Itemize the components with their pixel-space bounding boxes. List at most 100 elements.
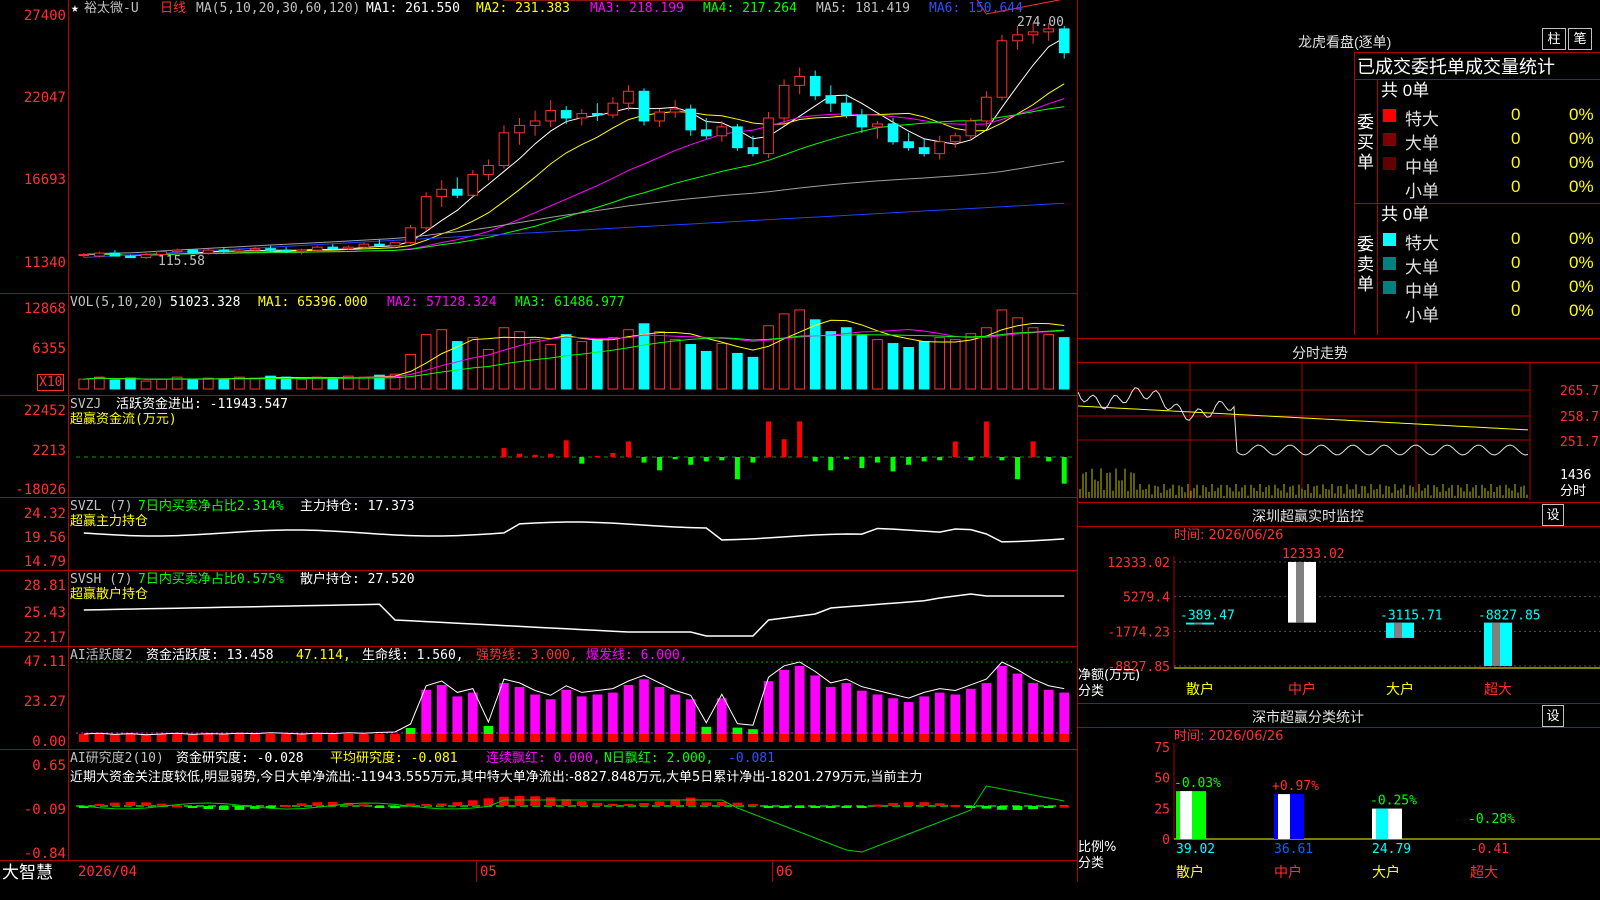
candle-body bbox=[1027, 31, 1039, 36]
fund-flow-bar bbox=[532, 454, 538, 457]
value-label: 39.02 bbox=[1176, 842, 1215, 857]
candle-body bbox=[576, 113, 588, 119]
price-tick: 16693 bbox=[23, 172, 66, 188]
candle-body bbox=[234, 249, 245, 253]
buy-sell-divider bbox=[1355, 203, 1600, 204]
section-divider bbox=[1078, 338, 1600, 339]
research-bar bbox=[576, 801, 587, 806]
ai-tick: 0.00 bbox=[32, 734, 66, 750]
candle-body bbox=[78, 254, 90, 257]
stats-xlabel: 分类 bbox=[1078, 856, 1105, 871]
candle-body bbox=[218, 249, 230, 253]
candle-body bbox=[763, 117, 774, 155]
tick-mode-button[interactable]: 笔 bbox=[1568, 28, 1592, 50]
main-chart-area[interactable]: ★ 裕太微-U 日线 MA(5,10,20,30,60,120) MA1: 26… bbox=[0, 0, 1078, 882]
research-bar bbox=[950, 804, 961, 807]
candle-body bbox=[467, 173, 479, 196]
activity-base bbox=[203, 734, 214, 742]
sz-monitor-settings-button[interactable]: 设 bbox=[1542, 504, 1564, 526]
activity-base bbox=[172, 734, 182, 742]
fund-flow-bar bbox=[594, 455, 600, 457]
candle-body bbox=[592, 113, 603, 116]
volume-bar bbox=[949, 339, 961, 390]
sell-orders-label: 委卖单 bbox=[1357, 235, 1374, 294]
activity-base bbox=[452, 734, 463, 742]
volume-bar bbox=[109, 379, 121, 390]
candle-body bbox=[623, 90, 634, 104]
date-label: 2026/04 bbox=[78, 864, 138, 880]
activity-base bbox=[608, 734, 618, 742]
category-ratio-chart: 75 50 25 0 -0.03% 39.02 散户 +0.97% 36.61 中户 -0.25% 2… bbox=[1154, 741, 1600, 881]
pct-label: +0.97% bbox=[1272, 779, 1319, 794]
order-row-大单: 大单 0 0% bbox=[1377, 127, 1600, 153]
research-bar bbox=[312, 802, 323, 806]
intraday-chart[interactable] bbox=[1078, 362, 1600, 502]
intraday-price-line bbox=[1078, 387, 1529, 456]
research-bar bbox=[888, 802, 898, 806]
activity-bar bbox=[499, 683, 509, 742]
buy-total: 共 0单 bbox=[1381, 81, 1430, 100]
fund-flow-bar bbox=[703, 457, 709, 462]
activity-bar bbox=[981, 683, 992, 742]
activity-base bbox=[78, 734, 89, 742]
activity-base bbox=[390, 734, 400, 742]
bar-shade bbox=[1296, 562, 1304, 623]
intraday-vol-unit: 分时 bbox=[1560, 484, 1587, 499]
brand-label: 大智慧 bbox=[2, 863, 53, 883]
research-bar bbox=[452, 802, 463, 806]
bar-mode-button[interactable]: 柱 bbox=[1542, 28, 1566, 50]
ai-t3: 生命线: 1.560, bbox=[362, 648, 464, 663]
research-bar bbox=[514, 796, 525, 806]
chart-canvas[interactable] bbox=[0, 0, 1078, 882]
period-label[interactable]: 日线 bbox=[160, 1, 186, 16]
research-bar bbox=[219, 806, 229, 810]
fund-flow-bar bbox=[999, 457, 1005, 461]
sz-stats-settings-button[interactable]: 设 bbox=[1542, 705, 1564, 727]
intraday-avg-line bbox=[1078, 405, 1529, 431]
research-bar bbox=[903, 802, 914, 806]
svzj-value: 活跃资金进出: -11943.547 bbox=[116, 397, 288, 412]
research-bar bbox=[872, 804, 883, 807]
activity-base bbox=[561, 734, 572, 742]
candle-body bbox=[343, 246, 354, 250]
research-bar bbox=[701, 802, 712, 806]
activity-bar bbox=[810, 675, 821, 742]
bar-value-label: -389.47 bbox=[1180, 609, 1235, 624]
favorite-star-icon[interactable]: ★ bbox=[71, 1, 79, 16]
activity-base bbox=[1059, 734, 1070, 742]
volume-bar bbox=[1058, 337, 1070, 390]
fund-flow-bar bbox=[610, 453, 616, 457]
volume-bar bbox=[529, 339, 541, 390]
activity-base bbox=[903, 734, 914, 742]
volume-bar bbox=[716, 343, 728, 390]
stats-tick: 50 bbox=[1154, 772, 1170, 787]
candle-body bbox=[700, 129, 712, 137]
volume-bar bbox=[903, 346, 914, 390]
activity-bar bbox=[779, 669, 789, 742]
activity-base bbox=[499, 734, 509, 742]
svzl-tick: 19.56 bbox=[23, 530, 66, 546]
activity-base bbox=[857, 734, 867, 742]
candle-body bbox=[872, 123, 883, 128]
activity-base bbox=[545, 734, 556, 742]
activity-base bbox=[94, 734, 105, 742]
activity-bar bbox=[841, 683, 852, 742]
volume-bar bbox=[560, 334, 572, 390]
fund-flow-bar bbox=[766, 421, 772, 457]
research-bar bbox=[857, 806, 867, 808]
date-label: 06 bbox=[776, 864, 793, 880]
candle-body bbox=[669, 108, 681, 113]
activity-base bbox=[685, 734, 696, 742]
price-tick: 27400 bbox=[23, 8, 66, 24]
research-bar bbox=[748, 804, 758, 807]
research-tick: -0.09 bbox=[23, 802, 66, 818]
order-pct: 0% bbox=[1569, 153, 1594, 172]
order-count: 0 bbox=[1511, 253, 1521, 272]
research-bar bbox=[374, 806, 385, 808]
activity-base bbox=[219, 734, 229, 742]
candle-body bbox=[809, 75, 821, 97]
category-label: 大户 bbox=[1372, 864, 1400, 881]
activity-base bbox=[934, 734, 945, 742]
date-tick bbox=[476, 860, 477, 882]
fund-flow-bar bbox=[1015, 457, 1021, 480]
